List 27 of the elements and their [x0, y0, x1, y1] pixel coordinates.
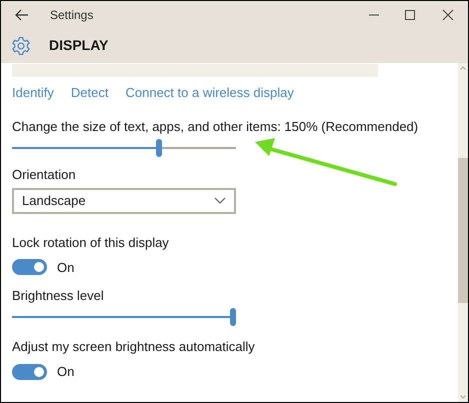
- setting-label: Adjust my screen brightness automatically: [12, 339, 256, 355]
- page-title: DISPLAY: [49, 36, 108, 55]
- settings-icon: [11, 36, 31, 56]
- link[interactable]: Connect to a wireless display: [126, 83, 294, 102]
- back-icon[interactable]: [15, 8, 29, 22]
- setting-label: Lock rotation of this display: [12, 234, 170, 250]
- maximize-icon[interactable]: [404, 8, 416, 20]
- link[interactable]: Identify: [12, 83, 54, 102]
- setting-label: Brightness level: [12, 288, 105, 304]
- link[interactable]: Detect: [70, 83, 108, 102]
- toggle-switch[interactable]: [12, 364, 47, 380]
- toggle-state: On: [57, 363, 74, 381]
- window-title: Settings: [50, 6, 94, 24]
- setting-label: Change the size of text, apps, and other items: 150% (Recommended): [12, 118, 420, 134]
- slider-thumb[interactable]: [156, 138, 162, 156]
- scroll-up-icon[interactable]: [460, 66, 466, 70]
- slider[interactable]: [12, 138, 236, 158]
- close-icon[interactable]: [442, 8, 454, 20]
- toggle-state: On: [57, 258, 74, 276]
- orientation-dropdown[interactable]: Landscape: [12, 188, 236, 214]
- setting-label: Orientation: [12, 166, 77, 182]
- chevron-icon: [214, 196, 226, 204]
- scrollbar-thumb[interactable]: [458, 158, 468, 303]
- slider[interactable]: [12, 307, 236, 327]
- slider-thumb[interactable]: [230, 308, 236, 326]
- toggle-switch[interactable]: [12, 259, 47, 276]
- scroll-down-icon[interactable]: [460, 395, 466, 399]
